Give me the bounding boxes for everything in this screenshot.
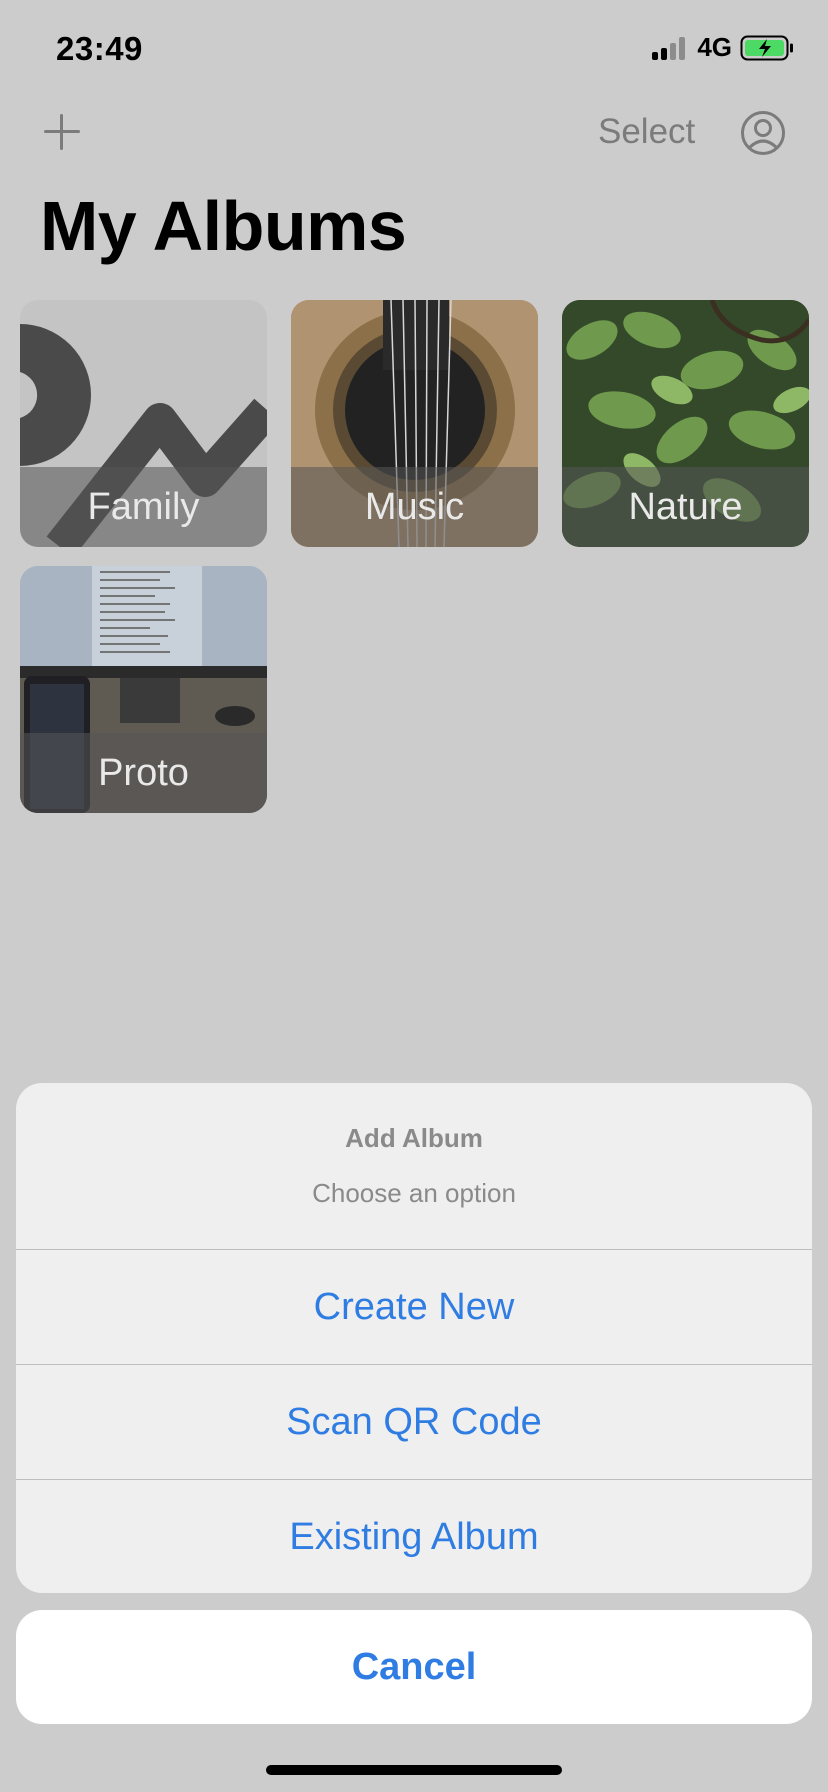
network-type: 4G — [697, 32, 732, 62]
album-label-bar: Music — [291, 467, 538, 547]
status-time: 23:49 — [56, 30, 143, 67]
album-label: Music — [364, 485, 465, 528]
album-label-bar: Family — [20, 467, 267, 547]
add-album-button[interactable] — [40, 110, 84, 154]
add-album-action-sheet: Add Album Choose an option Create New Sc… — [16, 1083, 812, 1593]
status-indicators: 4G — [652, 32, 794, 63]
person-circle-icon[interactable] — [740, 110, 786, 156]
battery-charging-icon — [740, 35, 793, 60]
home-indicator[interactable] — [266, 1765, 562, 1775]
existing-album-button[interactable]: Existing Album — [16, 1479, 812, 1593]
screen: 23:49 4G Select My Albums Family Music N… — [0, 0, 828, 1792]
album-tile-family[interactable]: Family — [20, 300, 267, 547]
create-new-button[interactable]: Create New — [16, 1249, 812, 1364]
scan-qr-code-button[interactable]: Scan QR Code — [16, 1364, 812, 1479]
album-label: Proto — [98, 751, 189, 794]
action-sheet-title: Add Album — [345, 1123, 483, 1153]
page-title: My Albums — [40, 187, 407, 265]
cellular-signal-icon — [652, 36, 686, 60]
album-label-bar: Proto — [20, 733, 267, 813]
album-tile-proto[interactable]: Proto — [20, 566, 267, 813]
album-label-bar: Nature — [562, 467, 809, 547]
cancel-button[interactable]: Cancel — [16, 1610, 812, 1724]
album-label: Nature — [628, 485, 743, 528]
album-tile-music[interactable]: Music — [291, 300, 538, 547]
action-sheet-header: Add Album Choose an option — [16, 1083, 812, 1249]
album-label: Family — [87, 485, 200, 528]
action-sheet-message: Choose an option — [312, 1178, 516, 1208]
select-button[interactable]: Select — [598, 112, 695, 152]
album-tile-nature[interactable]: Nature — [562, 300, 809, 547]
